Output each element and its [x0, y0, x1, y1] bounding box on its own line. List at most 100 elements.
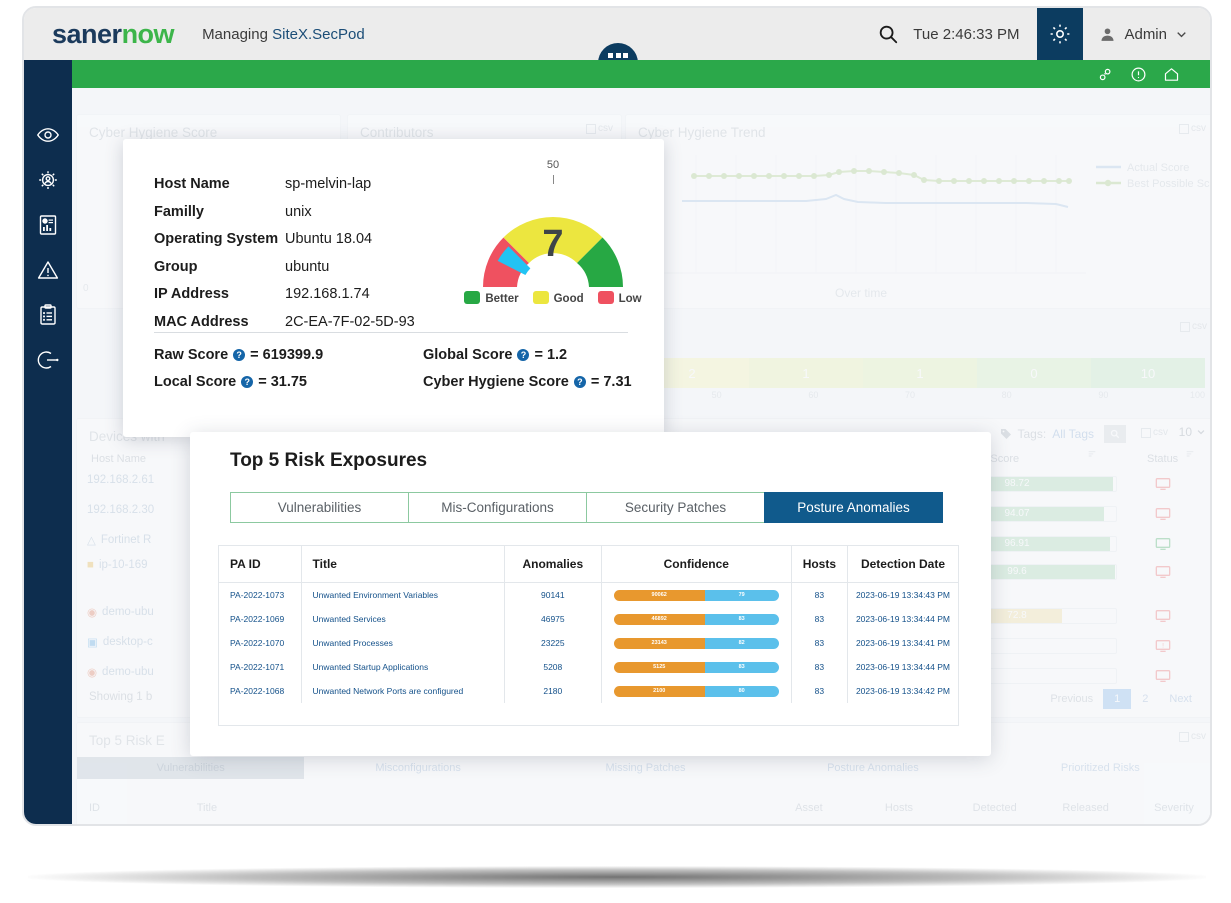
- sidebar-item-risks[interactable]: [35, 257, 61, 283]
- risk-table-header-row: PA ID Title Anomalies Confidence Hosts D…: [219, 546, 958, 583]
- score-value: = 619399.9: [250, 347, 324, 363]
- tab-security-patches[interactable]: Security Patches: [586, 492, 764, 523]
- device-host-name: desktop-c: [102, 636, 153, 648]
- col-pa-id[interactable]: PA ID: [219, 546, 302, 583]
- cell-title[interactable]: Unwanted Processes: [301, 631, 505, 655]
- risk-tab-bar: Vulnerabilities Mis-Configurations Secur…: [230, 492, 943, 523]
- monitor-alert-icon[interactable]: !: [1155, 639, 1171, 653]
- pagination-previous[interactable]: Previous: [1040, 689, 1103, 709]
- bottom-col-severity: Severity: [1154, 802, 1194, 814]
- host-field-label: Host Name: [154, 176, 230, 192]
- alert-circle-icon[interactable]: [1130, 66, 1147, 83]
- sidebar-item-reports[interactable]: [35, 212, 61, 238]
- cell-pa-id[interactable]: PA-2022-1070: [219, 631, 302, 655]
- table-row[interactable]: PA-2022-1073 Unwanted Environment Variab…: [219, 582, 958, 607]
- home-icon[interactable]: [1163, 66, 1180, 83]
- tags-search-button[interactable]: [1104, 425, 1126, 443]
- bottom-col-title: Title: [196, 802, 218, 814]
- page-size-select[interactable]: 10: [1179, 425, 1206, 439]
- host-details-popup: Host Name sp-melvin-lap Familly unix Ope…: [123, 139, 664, 437]
- tab-posture-anomalies[interactable]: Posture Anomalies: [764, 492, 943, 523]
- cell-title[interactable]: Unwanted Network Ports are configured: [301, 679, 505, 703]
- legend-label-low: Low: [618, 293, 642, 305]
- tags-filter[interactable]: Tags: All Tags: [1000, 427, 1094, 441]
- score-raw: Raw Score ? = 619399.9: [154, 347, 323, 363]
- cell-confidence: 5125 83: [601, 655, 792, 679]
- header-right-group: Tue 2:46:33 PM Admin: [877, 8, 1210, 60]
- col-anomalies[interactable]: Anomalies: [504, 546, 602, 583]
- trend-chart: 100 50 0 Score: [633, 155, 1212, 300]
- cell-pa-id[interactable]: PA-2022-1073: [219, 582, 302, 607]
- cell-pa-id[interactable]: PA-2022-1071: [219, 655, 302, 679]
- sidebar-item-logout[interactable]: [35, 347, 61, 373]
- tab-mis-configurations[interactable]: Mis-Configurations: [408, 492, 586, 523]
- col-title[interactable]: Title: [301, 546, 505, 583]
- cell-hosts: 83: [791, 631, 848, 655]
- cell-confidence: 90062 79: [601, 582, 792, 607]
- managing-site[interactable]: SiteX.SecPod: [272, 26, 365, 43]
- cell-pa-id[interactable]: PA-2022-1069: [219, 607, 302, 631]
- tab-misconfigurations[interactable]: Misconfigurations: [304, 757, 531, 779]
- brand-logo[interactable]: sanernow: [52, 19, 175, 50]
- help-icon[interactable]: ?: [241, 376, 254, 388]
- tab-missing-patches[interactable]: Missing Patches: [532, 757, 759, 779]
- distribution-csv-button[interactable]: csv: [1180, 321, 1207, 332]
- settings-gear-button[interactable]: [1037, 8, 1084, 60]
- monitor-icon[interactable]: [1155, 507, 1171, 521]
- sort-icon[interactable]: [1087, 449, 1097, 459]
- monitor-icon[interactable]: [1155, 477, 1171, 491]
- gauge-value: 7: [542, 223, 564, 265]
- help-icon[interactable]: ?: [233, 349, 246, 361]
- table-row[interactable]: PA-2022-1071 Unwanted Startup Applicatio…: [219, 655, 958, 679]
- device-host-name: ip-10-169: [98, 559, 148, 571]
- managing-label: Managing: [202, 25, 268, 43]
- table-row[interactable]: PA-2022-1070 Unwanted Processes 23225 23…: [219, 631, 958, 655]
- cell-pa-id[interactable]: PA-2022-1068: [219, 679, 302, 703]
- devices-csv-button[interactable]: csv: [1141, 427, 1168, 438]
- sidebar-item-visibility[interactable]: [35, 122, 61, 148]
- pagination-page-1[interactable]: 1: [1103, 689, 1132, 709]
- pagination-next[interactable]: Next: [1159, 689, 1202, 709]
- table-row[interactable]: PA-2022-1068 Unwanted Network Ports are …: [219, 679, 958, 703]
- col-hosts[interactable]: Hosts: [791, 546, 848, 583]
- tab-vulnerabilities[interactable]: Vulnerabilities: [230, 492, 408, 523]
- sidebar-item-settings[interactable]: [35, 167, 61, 193]
- monitor-icon[interactable]: [1155, 565, 1171, 579]
- score-label: Raw Score: [154, 347, 229, 363]
- monitor-icon[interactable]: [1155, 537, 1171, 551]
- logout-icon: [37, 351, 59, 369]
- bottom-csv-button[interactable]: csv: [1179, 731, 1206, 742]
- cell-anomalies: 5208: [504, 655, 602, 679]
- csv-label: csv: [1192, 321, 1207, 332]
- col-detection-date[interactable]: Detection Date: [847, 546, 958, 583]
- sort-icon[interactable]: [1185, 449, 1195, 459]
- legend-label-best: Best Possible Score: [1127, 178, 1212, 190]
- monitor-icon[interactable]: [1155, 669, 1171, 683]
- csv-grid-icon: [586, 123, 596, 134]
- tools-icon[interactable]: [1097, 66, 1114, 83]
- svg-text:!: !: [1162, 642, 1164, 649]
- tab-prioritized-risks[interactable]: Prioritized Risks: [987, 757, 1210, 779]
- tab-posture-anomalies[interactable]: Posture Anomalies: [759, 757, 986, 779]
- monitor-icon[interactable]: [1155, 609, 1171, 623]
- tab-vulnerabilities[interactable]: Vulnerabilities: [77, 757, 305, 779]
- help-icon[interactable]: ?: [517, 349, 530, 361]
- eye-icon: [36, 128, 60, 142]
- host-field-group: Group ubuntu: [154, 259, 415, 275]
- cell-title[interactable]: Unwanted Startup Applications: [301, 655, 505, 679]
- cell-title[interactable]: Unwanted Environment Variables: [301, 582, 505, 607]
- pagination-page-2[interactable]: 2: [1131, 689, 1159, 709]
- dist-tick-60: 60: [808, 390, 819, 400]
- admin-menu[interactable]: Admin: [1083, 26, 1210, 43]
- contributors-csv-button[interactable]: csv: [586, 123, 613, 134]
- help-icon[interactable]: ?: [573, 376, 586, 388]
- legend-label-better: Better: [485, 293, 519, 305]
- table-row[interactable]: PA-2022-1069 Unwanted Services 46975 468…: [219, 607, 958, 631]
- chs-axis-zero: 0: [83, 283, 89, 294]
- trend-csv-button[interactable]: csv: [1179, 123, 1206, 134]
- sidebar-item-compliance[interactable]: [35, 302, 61, 328]
- cell-title[interactable]: Unwanted Services: [301, 607, 505, 631]
- search-icon[interactable]: [877, 23, 899, 45]
- col-confidence[interactable]: Confidence: [601, 546, 792, 583]
- score-col-right: Global Score ? = 1.2 Cyber Hygiene Score…: [423, 347, 632, 401]
